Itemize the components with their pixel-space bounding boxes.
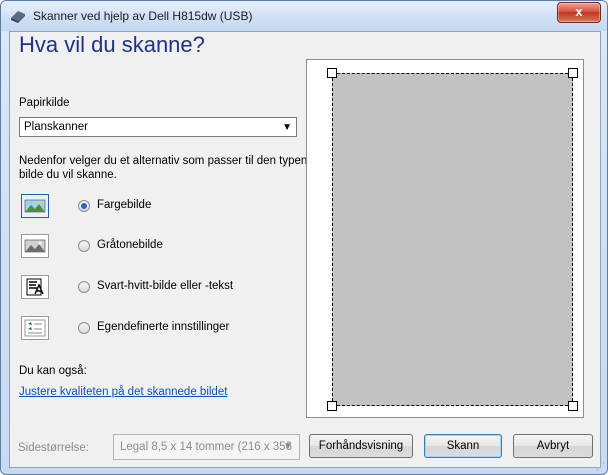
radio-grayscale[interactable] <box>78 240 90 252</box>
radio-color-photo[interactable] <box>78 200 90 212</box>
grayscale-photo-icon[interactable] <box>21 234 49 258</box>
paper-source-value: Planskanner <box>24 121 88 133</box>
paper-source-label: Papirkilde <box>19 97 70 109</box>
resize-grip-icon[interactable]: ⋰ <box>596 461 605 472</box>
scanner-dialog: Skanner ved hjelp av Dell H815dw (USB) x… <box>0 0 608 475</box>
option-color-photo-label[interactable]: Fargebilde <box>97 199 151 211</box>
option-bw-text-label[interactable]: Svart-hvitt-bilde eller -tekst <box>97 280 233 292</box>
paper-source-select[interactable]: Planskanner ▼ <box>19 117 297 137</box>
cancel-button[interactable]: Avbryt <box>513 434 593 458</box>
color-photo-icon[interactable] <box>21 194 49 218</box>
crop-handle-bottom-left[interactable] <box>327 401 337 411</box>
radio-custom[interactable] <box>78 322 90 334</box>
instructions-text: Nedenfor velger du et alternativ som pas… <box>19 155 308 181</box>
chevron-down-icon: ▼ <box>282 122 292 133</box>
window-title: Skanner ved hjelp av Dell H815dw (USB) <box>33 9 253 23</box>
close-button[interactable]: x <box>557 2 601 23</box>
crop-handle-top-right[interactable] <box>568 68 578 78</box>
radio-bw-text[interactable] <box>78 281 90 293</box>
adjust-quality-link[interactable]: Justere kvaliteten på det skannede bilde… <box>19 386 227 398</box>
page-title: Hva vil du skanne? <box>19 32 205 57</box>
chevron-down-icon: ▼ <box>283 441 293 452</box>
custom-settings-icon[interactable] <box>21 316 49 340</box>
page-size-select[interactable]: Legal 8,5 x 14 tommer (216 x 356 ▼ <box>113 434 300 460</box>
title-bar[interactable]: Skanner ved hjelp av Dell H815dw (USB) x <box>1 1 607 31</box>
option-custom-label[interactable]: Egendefinerte innstillinger <box>97 321 229 333</box>
scan-region[interactable] <box>332 73 573 406</box>
preview-button[interactable]: Forhåndsvisning <box>309 434 413 458</box>
scanner-app-icon <box>11 11 25 23</box>
bw-text-icon[interactable] <box>21 275 49 299</box>
page-size-label: Sidestørrelse: <box>18 442 89 454</box>
crop-handle-bottom-right[interactable] <box>568 401 578 411</box>
also-label: Du kan også: <box>19 365 87 377</box>
crop-handle-top-left[interactable] <box>327 68 337 78</box>
scan-button[interactable]: Skann <box>424 434 502 458</box>
page-size-value: Legal 8,5 x 14 tommer (216 x 356 <box>120 441 292 453</box>
option-grayscale-label[interactable]: Gråtonebilde <box>97 239 163 251</box>
